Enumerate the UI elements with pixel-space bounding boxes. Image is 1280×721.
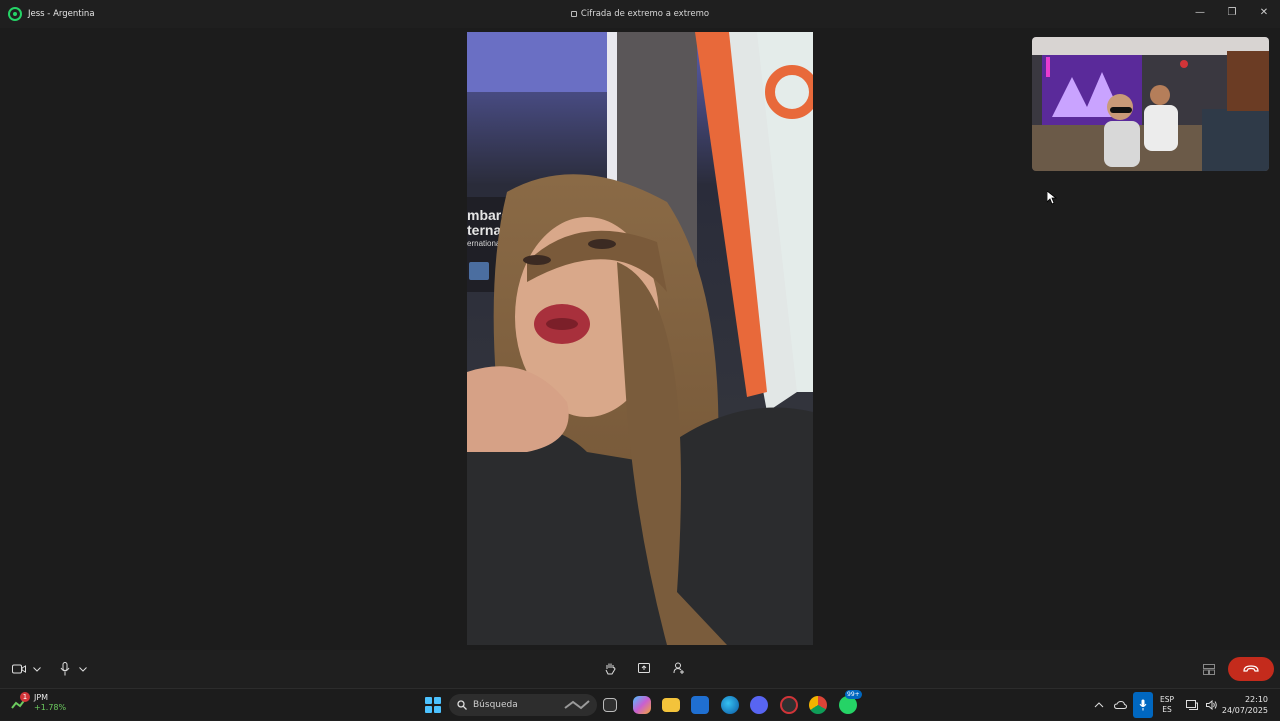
call-controls-bar <box>0 650 1280 688</box>
windows-logo-icon <box>425 697 432 705</box>
layout-toggle-button[interactable] <box>1201 661 1217 677</box>
windows-taskbar: 1 JPM +1.78% Búsqueda 99+ ESP ES 22:10 2… <box>0 688 1280 720</box>
microphone-in-use-indicator[interactable] <box>1133 692 1153 718</box>
search-highlight-icon <box>564 700 590 710</box>
minimize-button[interactable]: — <box>1184 0 1216 24</box>
close-button[interactable]: ✕ <box>1248 0 1280 24</box>
cloud-icon <box>1114 701 1127 709</box>
windows-logo-pane <box>425 705 432 713</box>
whatsapp-taskbar-icon[interactable]: 99+ <box>839 690 862 714</box>
task-view-icon[interactable] <box>603 698 617 712</box>
microphone-toggle-button[interactable] <box>56 660 74 678</box>
stock-widget[interactable]: 1 JPM +1.78% <box>10 692 66 713</box>
onedrive-tray[interactable] <box>1114 689 1127 721</box>
copilot-icon[interactable] <box>633 696 651 714</box>
network-icon <box>1186 700 1198 710</box>
clock-date: 24/07/2025 <box>1221 706 1268 715</box>
share-screen-button[interactable] <box>636 660 652 676</box>
encryption-notice: Cifrada de extremo a extremo <box>0 9 1280 19</box>
self-video-preview[interactable] <box>1032 37 1269 171</box>
windows-logo-pane <box>433 697 441 705</box>
volume-icon <box>1206 700 1217 710</box>
chrome-icon[interactable] <box>809 696 827 714</box>
video-stage: mbarque ternac ernational <box>0 28 1280 650</box>
search-placeholder: Búsqueda <box>473 700 518 710</box>
remote-video-frame: mbarque ternac ernational <box>467 32 813 645</box>
add-person-icon <box>673 662 684 674</box>
share-screen-icon <box>638 663 650 673</box>
stock-text: JPM +1.78% <box>34 693 66 713</box>
microphone-icon <box>60 662 70 676</box>
encryption-label: Cifrada de extremo a extremo <box>580 9 710 19</box>
sign-text-3: ernational <box>467 239 502 248</box>
taskbar-clock[interactable]: 22:10 24/07/2025 <box>1222 694 1268 716</box>
remote-video[interactable]: mbarque ternac ernational <box>467 32 813 645</box>
language-indicator[interactable]: ESP ES <box>1160 695 1174 715</box>
whatsapp-badge: 99+ <box>845 690 862 699</box>
search-icon <box>457 700 467 710</box>
hang-up-icon <box>1243 665 1259 672</box>
end-call-button[interactable] <box>1228 657 1274 681</box>
clock-time: 22:10 <box>1244 695 1268 704</box>
camera-icon <box>12 664 26 674</box>
raise-hand-button[interactable] <box>602 660 618 676</box>
title-bar: Jess - Argentina Cifrada de extremo a ex… <box>0 0 1280 28</box>
stock-chart-icon: 1 <box>10 692 30 712</box>
microphone-icon <box>1139 699 1147 711</box>
file-explorer-icon[interactable] <box>662 698 680 712</box>
mouse-cursor-icon <box>1047 191 1057 205</box>
chevron-up-icon[interactable] <box>1094 702 1104 708</box>
layout-grid-icon <box>1203 663 1215 675</box>
add-participant-button[interactable] <box>671 660 687 676</box>
language-bottom: ES <box>1162 705 1172 714</box>
call-window: Jess - Argentina Cifrada de extremo a ex… <box>0 0 1280 688</box>
maximize-button[interactable]: ❐ <box>1216 0 1248 24</box>
window-controls: — ❐ ✕ <box>1184 0 1280 24</box>
self-video-frame <box>1032 37 1269 171</box>
hand-icon <box>605 663 616 674</box>
edge-icon[interactable] <box>721 696 739 714</box>
browser-app-icon[interactable] <box>780 696 798 714</box>
stock-change: +1.78% <box>34 703 67 712</box>
system-tray <box>1094 689 1104 721</box>
lock-icon <box>570 11 577 17</box>
discord-icon[interactable] <box>750 696 768 714</box>
stock-notification-badge: 1 <box>20 692 30 702</box>
taskbar-search[interactable]: Búsqueda <box>449 694 597 716</box>
language-top: ESP <box>1160 695 1175 704</box>
camera-options-dropdown[interactable] <box>30 662 44 676</box>
microphone-options-dropdown[interactable] <box>76 662 90 676</box>
microsoft-store-icon[interactable] <box>691 696 709 714</box>
windows-logo-pane <box>433 705 441 713</box>
start-button[interactable] <box>425 697 441 713</box>
chevron-down-icon <box>79 666 87 672</box>
stock-name: JPM <box>34 693 49 702</box>
chevron-down-icon <box>33 666 41 672</box>
camera-toggle-button[interactable] <box>10 660 28 678</box>
network-volume-tray[interactable] <box>1186 689 1217 721</box>
